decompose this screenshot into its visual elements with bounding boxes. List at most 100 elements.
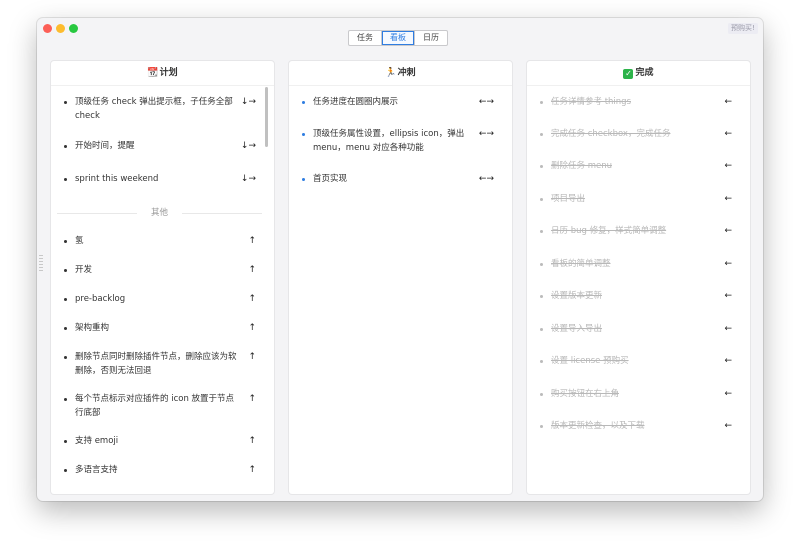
column-header-plan: 📆计划 [51,61,274,86]
move-left-icon[interactable]: ← [724,159,732,173]
move-up-icon[interactable]: ↑ [248,350,256,364]
move-left-icon[interactable]: ← [724,224,732,238]
tab-calendar[interactable]: 日历 [415,31,447,45]
item-text: 删除任务 menu [551,161,612,171]
move-arrows-icon[interactable]: ←→ [479,127,494,141]
item-text: 完成任务 checkbox，完成任务 [551,129,671,139]
move-left-icon[interactable]: ← [724,127,732,141]
bullet-icon [64,269,67,272]
bullet-icon [540,230,543,233]
move-left-icon[interactable]: ← [724,95,732,109]
column-header-sprint: 🏃冲刺 [289,61,512,86]
bullet-icon [64,240,67,243]
bullet-icon [64,178,67,181]
bullet-icon [540,393,543,396]
item-text: 架构重构 [75,323,110,333]
bullet-icon [540,198,543,201]
item-text: 多语言支持 [75,465,118,475]
minimize-window-button[interactable] [56,24,65,33]
move-up-icon[interactable]: ↑ [248,463,256,477]
item-text: 版本更新检查，以及下载 [551,421,645,431]
tab-kanban[interactable]: 看板 [382,31,415,45]
item-text: 设置版本更新 [551,291,603,301]
bullet-icon [64,298,67,301]
app-window: 任务 看板 日历 预购买! 📆计划 顶级任务 check 弹出提示框，子任务全部… [37,18,763,501]
item-text: 顶级任务 check 弹出提示框，子任务全部 check [75,97,233,121]
item-text: sprint this weekend [75,174,159,184]
item-text: 看板的简单调整 [551,259,611,269]
move-left-icon[interactable]: ← [724,257,732,271]
column-title: 冲刺 [397,68,416,78]
item-text: 开始时间，提醒 [75,141,135,151]
move-left-icon[interactable]: ← [724,289,732,303]
move-left-icon[interactable]: ← [724,419,732,433]
item-text: pre-backlog [75,294,126,304]
bullet-icon [302,133,305,136]
buy-button[interactable]: 预购买! [728,23,758,34]
column-done: ✓ 完成 任务详情参考 things ← 完成任务 checkbox，完成任务 ←… [527,61,750,494]
close-window-button[interactable] [43,24,52,33]
move-up-icon[interactable]: ↑ [248,321,256,335]
item-text: 顶级任务属性设置，ellipsis icon，弹出 menu，menu 对应各种… [313,129,465,153]
title-bar: 任务 看板 日历 预购买! [37,18,763,54]
move-arrows-icon[interactable]: ↓→ [241,95,256,109]
check-icon: ✓ [623,69,634,79]
move-arrows-icon[interactable]: ↓→ [241,139,256,153]
bullet-icon [64,440,67,443]
move-up-icon[interactable]: ↑ [248,234,256,248]
bullet-icon [64,469,67,472]
move-left-icon[interactable]: ← [724,322,732,336]
item-text: 项目导出 [551,194,586,204]
column-header-done: ✓ 完成 [527,61,750,86]
bullet-icon [540,295,543,298]
column-title: 完成 [635,68,654,78]
column-sprint: 🏃冲刺 任务进度在圆圈内展示 ←→ 顶级任务属性设置，ellipsis icon… [289,61,512,494]
move-arrows-icon[interactable]: ↓→ [241,172,256,186]
bullet-icon [540,328,543,331]
divider-line [182,213,262,214]
item-text: 开发 [75,265,93,275]
view-switcher: 任务 看板 日历 [348,30,448,46]
item-text: 每个节点标示对应插件的 icon 放置于节点行底部 [75,394,235,418]
runner-icon: 🏃 [385,68,397,78]
section-divider: 其他 [57,206,262,220]
calendar-icon: 📆 [147,68,159,78]
move-up-icon[interactable]: ↑ [248,292,256,306]
drag-handle-icon[interactable] [39,255,43,271]
move-up-icon[interactable]: ↑ [248,434,256,448]
move-left-icon[interactable]: ← [724,354,732,368]
tab-tasks[interactable]: 任务 [349,31,382,45]
zoom-window-button[interactable] [69,24,78,33]
bullet-icon [64,145,67,148]
bullet-icon [540,425,543,428]
move-up-icon[interactable]: ↑ [248,392,256,406]
item-text: 删除节点同时删除插件节点，删除应该为软删除，否则无法回退 [75,352,237,376]
move-left-icon[interactable]: ← [724,387,732,401]
item-text: 设置 license 预购买 [551,356,629,366]
move-arrows-icon[interactable]: ←→ [479,172,494,186]
bullet-icon [540,133,543,136]
bullet-icon [302,101,305,104]
move-arrows-icon[interactable]: ←→ [479,95,494,109]
move-up-icon[interactable]: ↑ [248,263,256,277]
item-text: 日历 bug 修复，样式简单调整 [551,226,667,236]
item-text: 支持 emoji [75,436,119,446]
column-title: 计划 [159,68,178,78]
bullet-icon [540,165,543,168]
scrollbar[interactable] [265,87,268,147]
bullet-icon [540,360,543,363]
bullet-icon [302,178,305,181]
column-plan: 📆计划 顶级任务 check 弹出提示框，子任务全部 check ↓→ 开始时间… [51,61,274,494]
move-left-icon[interactable]: ← [724,192,732,206]
bullet-icon [64,356,67,359]
item-text: 任务详情参考 things [551,97,631,107]
item-text: 设置导入导出 [551,324,603,334]
item-text: 任务进度在圆圈内展示 [313,97,399,107]
bullet-icon [540,101,543,104]
bullet-icon [64,101,67,104]
item-text: 购买按钮在右上角 [551,389,620,399]
item-text: 首页实现 [313,174,348,184]
bullet-icon [64,327,67,330]
bullet-icon [540,263,543,266]
bullet-icon [64,398,67,401]
